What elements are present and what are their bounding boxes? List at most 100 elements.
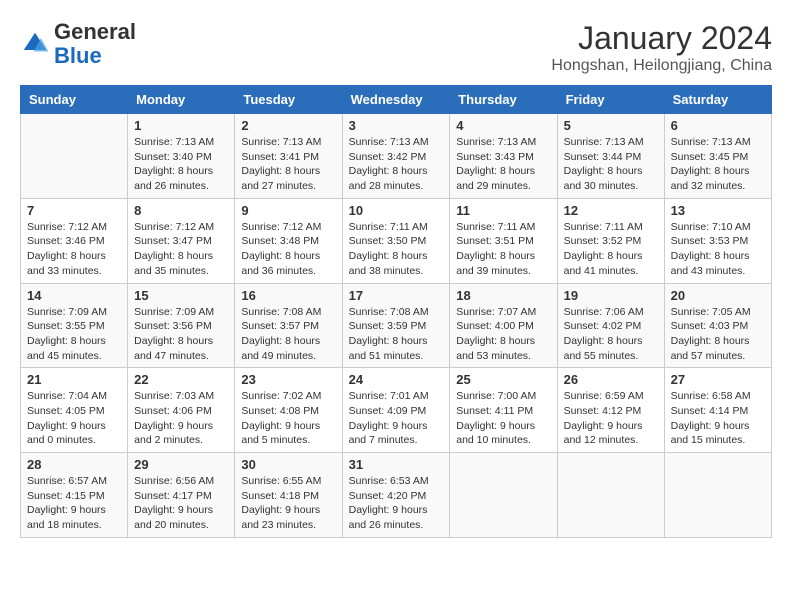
day-number: 11: [456, 203, 550, 218]
day-number: 24: [349, 372, 444, 387]
day-number: 5: [564, 118, 658, 133]
calendar-cell: 1 Sunrise: 7:13 AM Sunset: 3:40 PM Daylig…: [128, 114, 235, 199]
calendar-cell: 22 Sunrise: 7:03 AM Sunset: 4:06 PM Dayli…: [128, 368, 235, 453]
day-number: 15: [134, 288, 228, 303]
day-info: Sunrise: 7:11 AM Sunset: 3:51 PM Dayligh…: [456, 220, 550, 279]
day-number: 7: [27, 203, 121, 218]
day-info: Sunrise: 7:08 AM Sunset: 3:57 PM Dayligh…: [241, 305, 335, 364]
calendar-week-row: 28Sunrise: 6:57 AM Sunset: 4:15 PM Dayli…: [21, 453, 772, 538]
day-info: Sunrise: 6:55 AM Sunset: 4:18 PM Dayligh…: [241, 474, 335, 533]
day-number: 23: [241, 372, 335, 387]
calendar-cell: 15Sunrise: 7:09 AM Sunset: 3:56 PM Dayli…: [128, 283, 235, 368]
column-header-saturday: Saturday: [664, 86, 771, 114]
day-info: Sunrise: 7:13 AM Sunset: 3:43 PM Dayligh…: [456, 135, 550, 194]
day-info: Sunrise: 7:13 AM Sunset: 3:41 PM Dayligh…: [241, 135, 335, 194]
day-number: 21: [27, 372, 121, 387]
day-number: 2: [241, 118, 335, 133]
day-info: Sunrise: 7:13 AM Sunset: 3:42 PM Dayligh…: [349, 135, 444, 194]
calendar-cell: 4 Sunrise: 7:13 AM Sunset: 3:43 PM Daylig…: [450, 114, 557, 199]
day-number: 1: [134, 118, 228, 133]
day-info: Sunrise: 6:56 AM Sunset: 4:17 PM Dayligh…: [134, 474, 228, 533]
day-number: 30: [241, 457, 335, 472]
logo-icon: [20, 29, 50, 59]
calendar-cell: 17 Sunrise: 7:08 AM Sunset: 3:59 PM Dayli…: [342, 283, 450, 368]
calendar-cell: 5 Sunrise: 7:13 AM Sunset: 3:44 PM Daylig…: [557, 114, 664, 199]
day-info: Sunrise: 7:06 AM Sunset: 4:02 PM Dayligh…: [564, 305, 658, 364]
day-number: 20: [671, 288, 765, 303]
day-number: 3: [349, 118, 444, 133]
day-info: Sunrise: 7:13 AM Sunset: 3:44 PM Dayligh…: [564, 135, 658, 194]
calendar-cell: 14 Sunrise: 7:09 AM Sunset: 3:55 PM Dayli…: [21, 283, 128, 368]
calendar-cell: 27 Sunrise: 6:58 AM Sunset: 4:14 PM Dayli…: [664, 368, 771, 453]
day-number: 10: [349, 203, 444, 218]
day-info: Sunrise: 7:10 AM Sunset: 3:53 PM Dayligh…: [671, 220, 765, 279]
logo-text: General Blue: [54, 20, 136, 68]
day-number: 26: [564, 372, 658, 387]
calendar-cell: [21, 114, 128, 199]
column-header-thursday: Thursday: [450, 86, 557, 114]
calendar-cell: 3 Sunrise: 7:13 AM Sunset: 3:42 PM Daylig…: [342, 114, 450, 199]
calendar-cell: 23 Sunrise: 7:02 AM Sunset: 4:08 PM Dayli…: [235, 368, 342, 453]
day-info: Sunrise: 7:01 AM Sunset: 4:09 PM Dayligh…: [349, 389, 444, 448]
calendar-cell: [450, 453, 557, 538]
day-info: Sunrise: 7:07 AM Sunset: 4:00 PM Dayligh…: [456, 305, 550, 364]
calendar-cell: 31Sunrise: 6:53 AM Sunset: 4:20 PM Dayli…: [342, 453, 450, 538]
day-number: 22: [134, 372, 228, 387]
day-info: Sunrise: 7:09 AM Sunset: 3:55 PM Dayligh…: [27, 305, 121, 364]
title-block: January 2024 Hongshan, Heilongjiang, Chi…: [551, 20, 772, 75]
day-info: Sunrise: 7:12 AM Sunset: 3:47 PM Dayligh…: [134, 220, 228, 279]
day-info: Sunrise: 7:05 AM Sunset: 4:03 PM Dayligh…: [671, 305, 765, 364]
calendar-cell: 29 Sunrise: 6:56 AM Sunset: 4:17 PM Dayli…: [128, 453, 235, 538]
calendar-cell: 20 Sunrise: 7:05 AM Sunset: 4:03 PM Dayli…: [664, 283, 771, 368]
calendar-week-row: 21 Sunrise: 7:04 AM Sunset: 4:05 PM Dayli…: [21, 368, 772, 453]
calendar-cell: 26Sunrise: 6:59 AM Sunset: 4:12 PM Dayli…: [557, 368, 664, 453]
calendar-cell: [557, 453, 664, 538]
day-number: 4: [456, 118, 550, 133]
day-number: 17: [349, 288, 444, 303]
calendar-week-row: 1 Sunrise: 7:13 AM Sunset: 3:40 PM Daylig…: [21, 114, 772, 199]
column-header-wednesday: Wednesday: [342, 86, 450, 114]
day-number: 19: [564, 288, 658, 303]
calendar-cell: 11 Sunrise: 7:11 AM Sunset: 3:51 PM Dayli…: [450, 198, 557, 283]
day-info: Sunrise: 7:00 AM Sunset: 4:11 PM Dayligh…: [456, 389, 550, 448]
calendar-cell: 2 Sunrise: 7:13 AM Sunset: 3:41 PM Daylig…: [235, 114, 342, 199]
day-number: 29: [134, 457, 228, 472]
column-header-sunday: Sunday: [21, 86, 128, 114]
day-info: Sunrise: 7:04 AM Sunset: 4:05 PM Dayligh…: [27, 389, 121, 448]
calendar-cell: 8Sunrise: 7:12 AM Sunset: 3:47 PM Daylig…: [128, 198, 235, 283]
day-number: 31: [349, 457, 444, 472]
calendar-cell: 24 Sunrise: 7:01 AM Sunset: 4:09 PM Dayli…: [342, 368, 450, 453]
day-info: Sunrise: 6:58 AM Sunset: 4:14 PM Dayligh…: [671, 389, 765, 448]
calendar-table: SundayMondayTuesdayWednesdayThursdayFrid…: [20, 85, 772, 538]
page-header: General Blue January 2024 Hongshan, Heil…: [20, 20, 772, 75]
day-number: 18: [456, 288, 550, 303]
day-info: Sunrise: 7:11 AM Sunset: 3:50 PM Dayligh…: [349, 220, 444, 279]
calendar-cell: 21 Sunrise: 7:04 AM Sunset: 4:05 PM Dayli…: [21, 368, 128, 453]
calendar-cell: 9Sunrise: 7:12 AM Sunset: 3:48 PM Daylig…: [235, 198, 342, 283]
day-number: 28: [27, 457, 121, 472]
day-number: 12: [564, 203, 658, 218]
day-info: Sunrise: 7:08 AM Sunset: 3:59 PM Dayligh…: [349, 305, 444, 364]
calendar-cell: 7Sunrise: 7:12 AM Sunset: 3:46 PM Daylig…: [21, 198, 128, 283]
month-title: January 2024: [551, 20, 772, 57]
day-info: Sunrise: 7:11 AM Sunset: 3:52 PM Dayligh…: [564, 220, 658, 279]
calendar-week-row: 14 Sunrise: 7:09 AM Sunset: 3:55 PM Dayli…: [21, 283, 772, 368]
day-number: 25: [456, 372, 550, 387]
calendar-cell: 13Sunrise: 7:10 AM Sunset: 3:53 PM Dayli…: [664, 198, 771, 283]
calendar-cell: 12 Sunrise: 7:11 AM Sunset: 3:52 PM Dayli…: [557, 198, 664, 283]
calendar-cell: 18 Sunrise: 7:07 AM Sunset: 4:00 PM Dayli…: [450, 283, 557, 368]
day-info: Sunrise: 7:12 AM Sunset: 3:48 PM Dayligh…: [241, 220, 335, 279]
day-info: Sunrise: 7:13 AM Sunset: 3:40 PM Dayligh…: [134, 135, 228, 194]
calendar-cell: 16Sunrise: 7:08 AM Sunset: 3:57 PM Dayli…: [235, 283, 342, 368]
day-info: Sunrise: 7:02 AM Sunset: 4:08 PM Dayligh…: [241, 389, 335, 448]
calendar-cell: [664, 453, 771, 538]
calendar-cell: 25 Sunrise: 7:00 AM Sunset: 4:11 PM Dayli…: [450, 368, 557, 453]
day-info: Sunrise: 7:03 AM Sunset: 4:06 PM Dayligh…: [134, 389, 228, 448]
calendar-body: 1 Sunrise: 7:13 AM Sunset: 3:40 PM Daylig…: [21, 114, 772, 538]
day-number: 6: [671, 118, 765, 133]
column-header-tuesday: Tuesday: [235, 86, 342, 114]
calendar-cell: 10 Sunrise: 7:11 AM Sunset: 3:50 PM Dayli…: [342, 198, 450, 283]
day-number: 14: [27, 288, 121, 303]
calendar-cell: 19 Sunrise: 7:06 AM Sunset: 4:02 PM Dayli…: [557, 283, 664, 368]
day-number: 27: [671, 372, 765, 387]
